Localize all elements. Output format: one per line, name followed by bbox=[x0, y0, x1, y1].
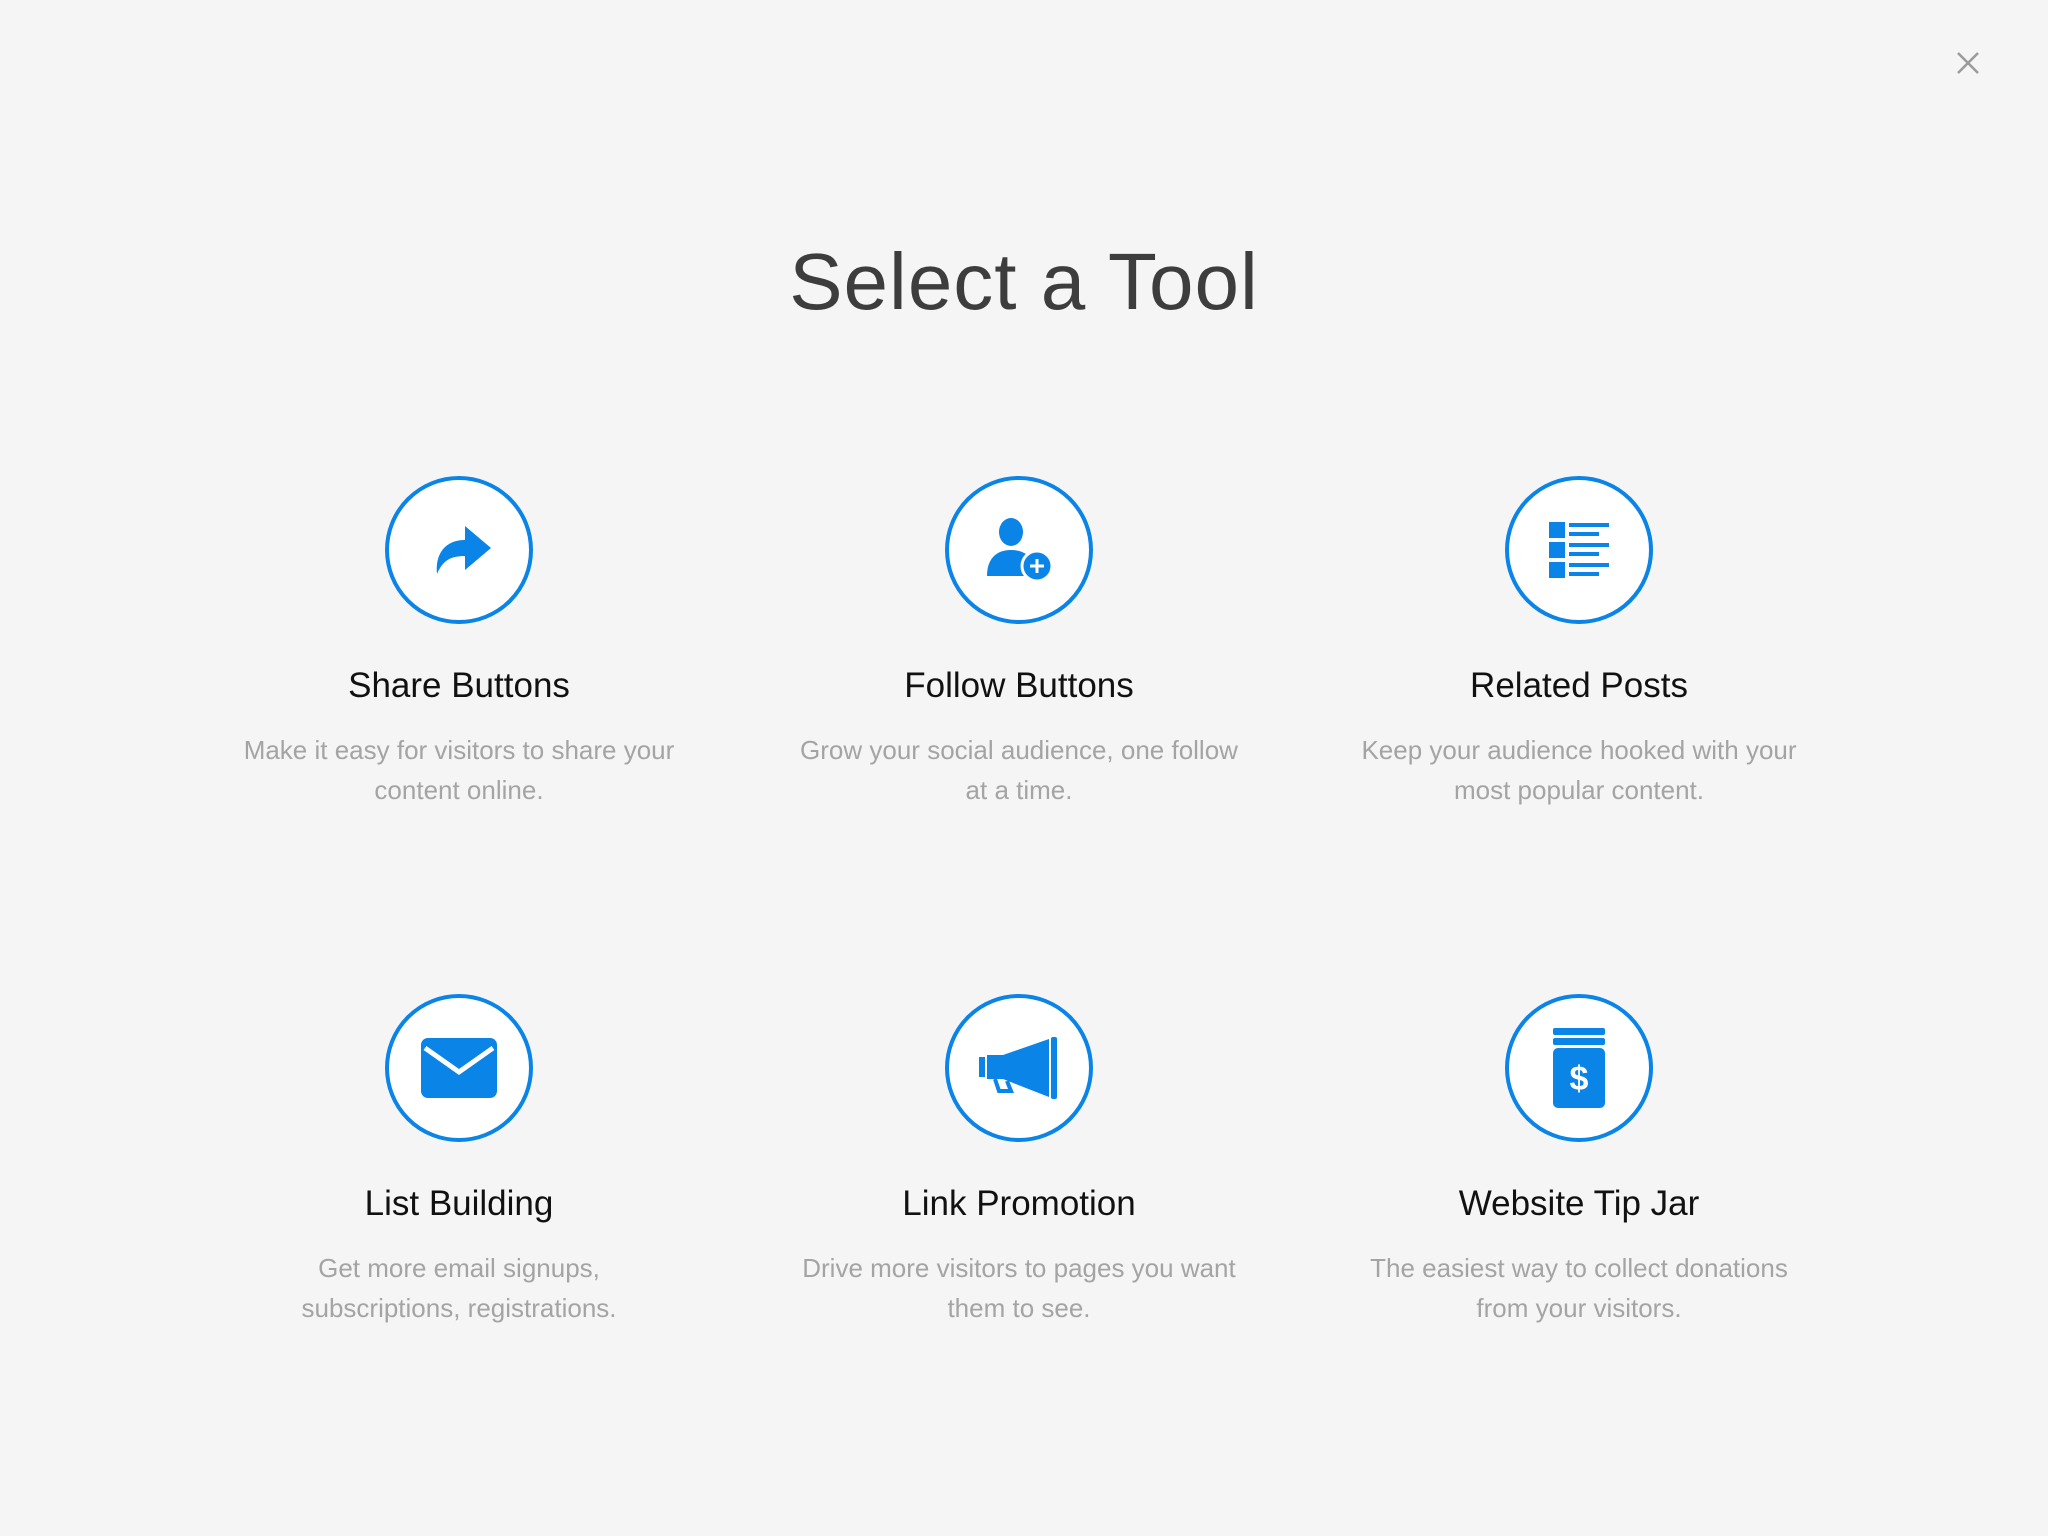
tool-list-building[interactable]: List Building Get more email signups, su… bbox=[219, 994, 699, 1328]
tool-name: List Building bbox=[364, 1184, 554, 1223]
tool-related-posts[interactable]: Related Posts Keep your audience hooked … bbox=[1339, 476, 1819, 810]
tip-jar-icon: $ bbox=[1553, 1028, 1605, 1108]
svg-text:$: $ bbox=[1570, 1060, 1589, 1098]
close-button[interactable] bbox=[1950, 45, 1986, 81]
tool-description: Keep your audience hooked with your most… bbox=[1361, 735, 1797, 805]
website-tip-jar-icon-circle: $ bbox=[1505, 994, 1653, 1142]
tool-name: Follow Buttons bbox=[904, 666, 1134, 705]
megaphone-icon bbox=[979, 1037, 1057, 1099]
tool-name: Website Tip Jar bbox=[1458, 1184, 1700, 1223]
tool-name: Share Buttons bbox=[348, 666, 570, 705]
link-promotion-icon-circle bbox=[945, 994, 1093, 1142]
list-building-icon-circle bbox=[385, 994, 533, 1142]
tool-name: Related Posts bbox=[1470, 666, 1688, 705]
tool-selector-modal: Select a Tool Share Buttons Make it easy… bbox=[0, 0, 2048, 1536]
share-arrow-icon bbox=[436, 526, 491, 574]
tool-follow-buttons[interactable]: Follow Buttons Grow your social audience… bbox=[779, 476, 1259, 810]
follow-buttons-icon-circle bbox=[945, 476, 1093, 624]
tool-description: Drive more visitors to pages you want th… bbox=[802, 1253, 1236, 1323]
add-follower-icon bbox=[987, 518, 1054, 583]
envelope-icon bbox=[421, 1038, 497, 1098]
related-posts-icon-circle bbox=[1505, 476, 1653, 624]
tool-description: Grow your social audience, one follow at… bbox=[800, 735, 1238, 805]
tool-website-tip-jar[interactable]: $ Website Tip Jar The easiest way to col… bbox=[1339, 994, 1819, 1328]
tool-description: Make it easy for visitors to share your … bbox=[243, 735, 675, 805]
tool-link-promotion[interactable]: Link Promotion Drive more visitors to pa… bbox=[779, 994, 1259, 1328]
page-title: Select a Tool bbox=[789, 237, 1259, 326]
tool-description: The easiest way to collect donations fro… bbox=[1370, 1253, 1788, 1323]
list-icon bbox=[1549, 522, 1609, 578]
share-buttons-icon-circle bbox=[385, 476, 533, 624]
close-icon bbox=[1957, 52, 1979, 74]
tool-share-buttons[interactable]: Share Buttons Make it easy for visitors … bbox=[219, 476, 699, 810]
tool-description: Get more email signups, subscriptions, r… bbox=[301, 1253, 617, 1323]
tool-name: Link Promotion bbox=[902, 1184, 1136, 1223]
